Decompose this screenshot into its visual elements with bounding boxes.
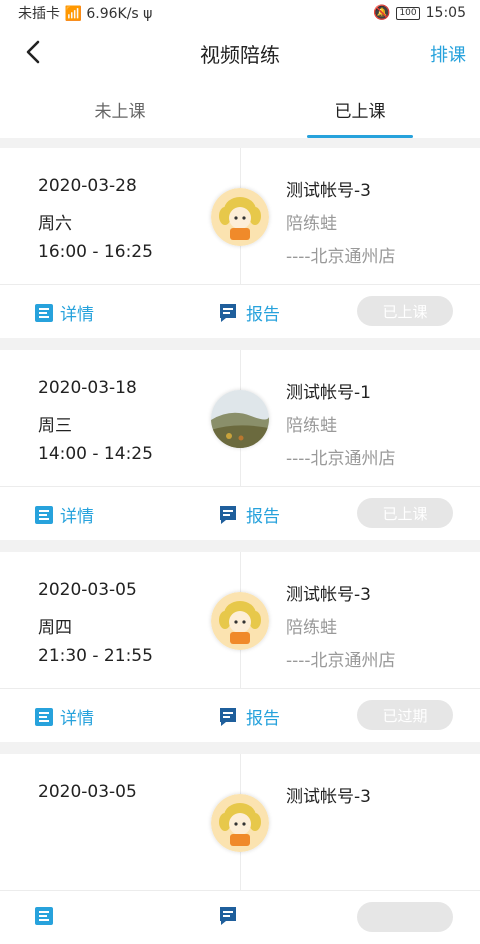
lesson-info[interactable]: 2020-03-05 周四 21:30 - 21:55 测试帐号-3 陪练蛙 -… [0, 552, 480, 689]
avatar [211, 794, 269, 852]
store-name: ----北京通州店 [286, 449, 396, 469]
report-button[interactable] [218, 906, 246, 926]
clock: 15:05 [425, 5, 466, 21]
student-account: 测试帐号-1 [286, 383, 371, 403]
report-button[interactable]: 报告 [218, 502, 280, 527]
schedule-button[interactable]: 排课 [430, 41, 466, 67]
report-button[interactable]: 报告 [218, 300, 280, 325]
store-name: ----北京通州店 [286, 651, 396, 671]
lesson-status-button[interactable] [357, 902, 453, 932]
detail-label: 详情 [60, 305, 94, 325]
lesson-weekday: 周三 [38, 416, 72, 436]
detail-button[interactable]: 详情 [34, 300, 94, 325]
detail-button[interactable]: 详情 [34, 502, 94, 527]
lesson-date: 2020-03-28 [38, 176, 137, 196]
tab-not-attended[interactable]: 未上课 [0, 80, 240, 138]
lesson-time: 16:00 - 16:25 [38, 242, 153, 262]
detail-button[interactable]: 详情 [34, 704, 94, 729]
report-icon [220, 505, 236, 524]
lesson-info[interactable]: 2020-03-28 周六 16:00 - 16:25 测试帐号-3 陪练蛙 -… [0, 148, 480, 285]
report-label: 报告 [246, 709, 280, 729]
card-actions: 详情 报告 已上课 [0, 285, 480, 338]
status-left: 未插卡 📶 6.96K/s ψ [18, 3, 152, 23]
lesson-time: 14:00 - 14:25 [38, 444, 153, 464]
carrier-text: 未插卡 [18, 6, 60, 22]
student-account: 测试帐号-3 [286, 181, 371, 201]
document-icon [35, 907, 53, 925]
back-arrow-icon[interactable] [20, 38, 48, 66]
store-name: ----北京通州店 [286, 247, 396, 267]
mute-icon: 🔕 [373, 5, 391, 21]
nav-bar: 视频陪练 排课 [0, 26, 480, 80]
lesson-info[interactable]: 2020-03-18 周三 14:00 - 14:25 测试帐号-1 陪练蛙 -… [0, 350, 480, 487]
lesson-date: 2020-03-18 [38, 378, 137, 398]
lesson-info[interactable]: 2020-03-05 测试帐号-3 [0, 754, 480, 891]
detail-label: 详情 [60, 507, 94, 527]
coach-name: 陪练蛙 [286, 214, 337, 234]
report-icon [220, 303, 236, 322]
lesson-card[interactable]: 2020-03-18 周三 14:00 - 14:25 测试帐号-1 陪练蛙 -… [0, 350, 480, 540]
coach-name: 陪练蛙 [286, 618, 337, 638]
lesson-card[interactable]: 2020-03-05 周四 21:30 - 21:55 测试帐号-3 陪练蛙 -… [0, 552, 480, 742]
report-label: 报告 [246, 507, 280, 527]
lesson-date: 2020-03-05 [38, 782, 137, 802]
student-account: 测试帐号-3 [286, 585, 371, 605]
tab-attended[interactable]: 已上课 [240, 80, 480, 138]
document-icon [35, 707, 53, 726]
lesson-date: 2020-03-05 [38, 580, 137, 600]
lesson-card[interactable]: 2020-03-28 周六 16:00 - 16:25 测试帐号-3 陪练蛙 -… [0, 148, 480, 338]
network-speed: 6.96K/s [86, 6, 139, 22]
lesson-weekday: 周六 [38, 214, 72, 234]
usb-icon: ψ [143, 6, 153, 22]
lesson-weekday: 周四 [38, 618, 72, 638]
status-right: 🔕 100 15:05 [373, 5, 466, 21]
lesson-card[interactable]: 2020-03-05 测试帐号-3 [0, 754, 480, 944]
report-icon [220, 707, 236, 726]
coach-name: 陪练蛙 [286, 416, 337, 436]
card-actions: 详情 报告 已上课 [0, 487, 480, 540]
avatar [211, 188, 269, 246]
report-label: 报告 [246, 305, 280, 325]
detail-button[interactable] [34, 906, 60, 926]
wifi-icon: 📶 [64, 6, 82, 22]
report-button[interactable]: 报告 [218, 704, 280, 729]
lesson-status-button[interactable]: 已上课 [357, 296, 453, 326]
lesson-status-button[interactable]: 已上课 [357, 498, 453, 528]
card-actions [0, 891, 480, 944]
lesson-status-button[interactable]: 已过期 [357, 700, 453, 730]
document-icon [35, 505, 53, 524]
lesson-time: 21:30 - 21:55 [38, 646, 153, 666]
avatar [211, 592, 269, 650]
document-icon [35, 303, 53, 322]
status-bar: 未插卡 📶 6.96K/s ψ 🔕 100 15:05 [0, 0, 480, 26]
page-title: 视频陪练 [200, 42, 280, 67]
battery-icon: 100 [396, 6, 420, 20]
tab-bar: 未上课 已上课 [0, 80, 480, 138]
report-icon [220, 907, 236, 925]
lesson-list: 2020-03-28 周六 16:00 - 16:25 测试帐号-3 陪练蛙 -… [0, 138, 480, 944]
detail-label: 详情 [60, 709, 94, 729]
card-actions: 详情 报告 已过期 [0, 689, 480, 742]
student-account: 测试帐号-3 [286, 787, 371, 807]
avatar [211, 390, 269, 448]
